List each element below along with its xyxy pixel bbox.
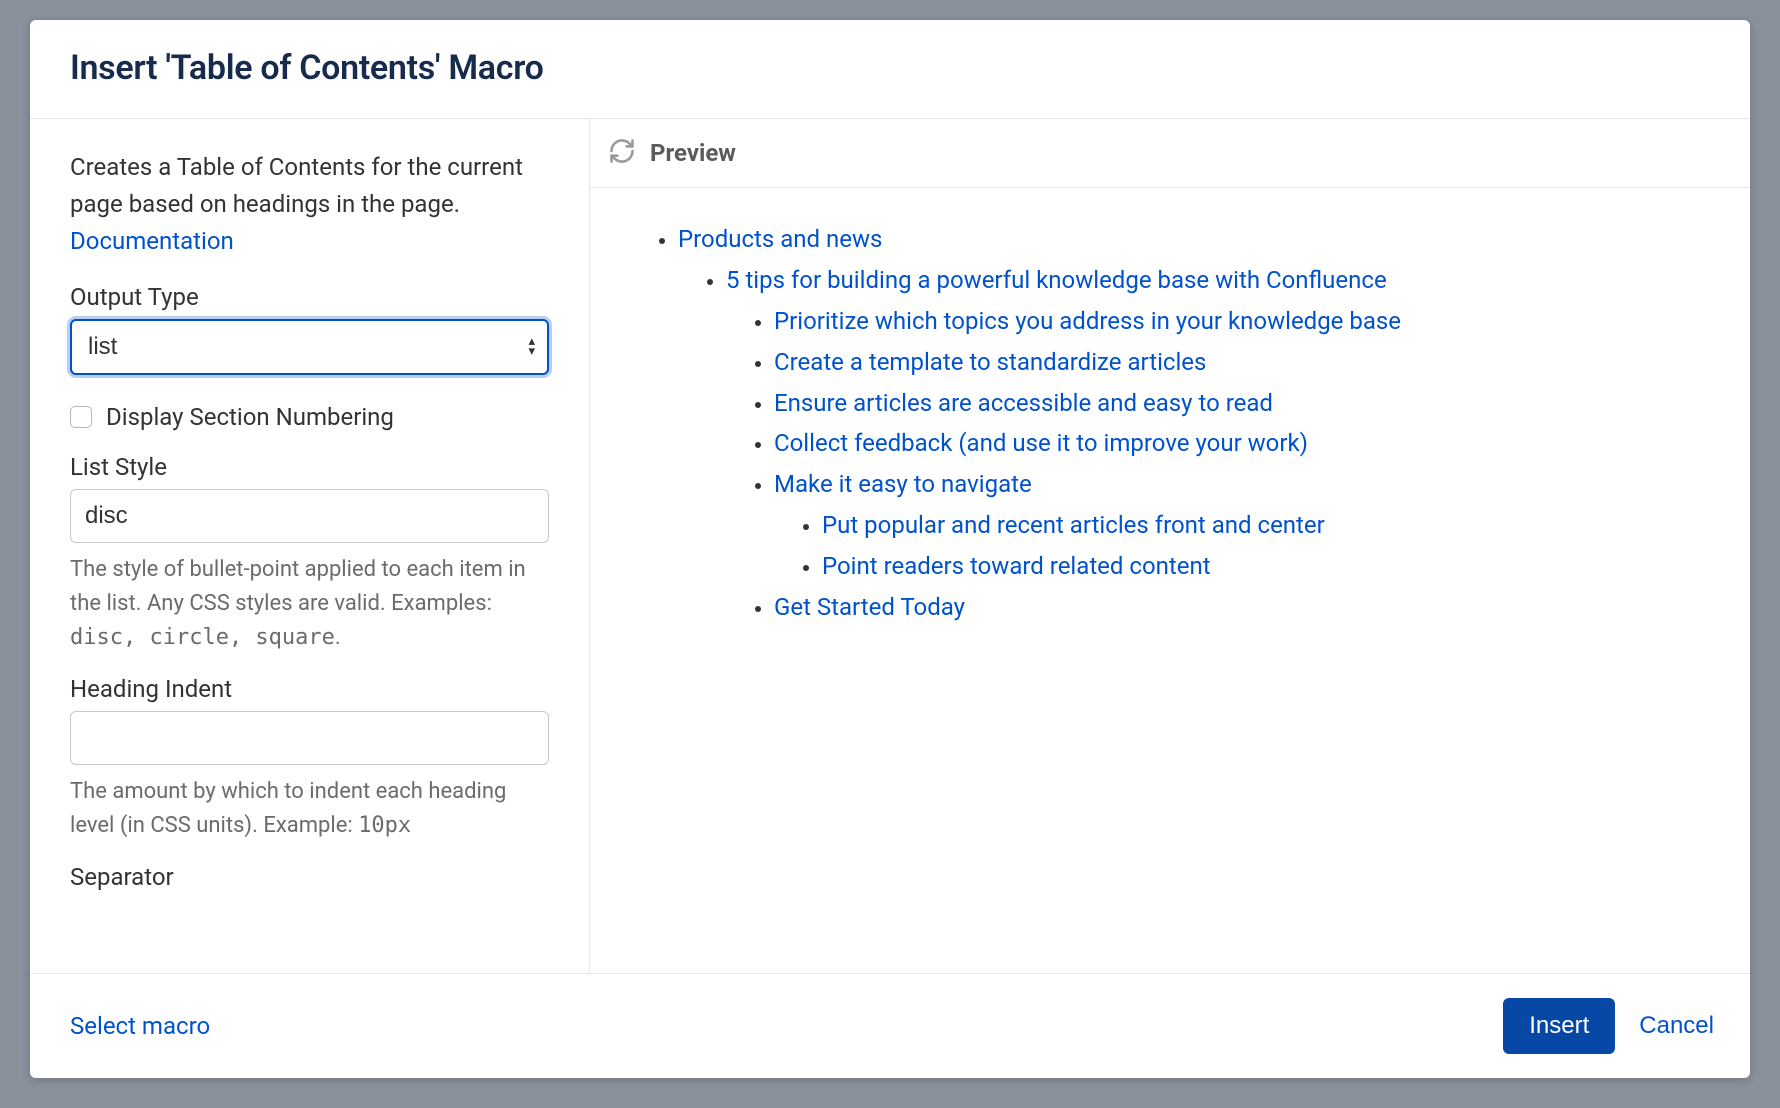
heading-indent-field: Heading Indent The amount by which to in… (70, 675, 549, 843)
list-style-help: The style of bullet-point applied to eac… (70, 553, 549, 655)
toc-link[interactable]: Prioritize which topics you address in y… (774, 307, 1401, 335)
output-type-select-wrap: ▴▾ (70, 319, 549, 375)
toc-link[interactable]: Get Started Today (774, 593, 965, 621)
display-section-numbering-checkbox[interactable] (70, 406, 92, 428)
modal-title: Insert 'Table of Contents' Macro (70, 48, 1710, 88)
toc-item: Put popular and recent articles front an… (822, 506, 1710, 545)
toc-item: Create a template to standardize article… (774, 343, 1710, 382)
help-text-segment: The style of bullet-point applied to eac… (70, 557, 526, 616)
toc-link[interactable]: Put popular and recent articles front an… (822, 511, 1325, 539)
heading-indent-label: Heading Indent (70, 675, 549, 703)
modal-footer: Select macro Insert Cancel (30, 973, 1750, 1078)
toc-item: Get Started Today (774, 588, 1710, 627)
display-section-numbering-label: Display Section Numbering (106, 403, 394, 431)
documentation-link[interactable]: Documentation (70, 227, 234, 255)
toc-link[interactable]: Make it easy to navigate (774, 470, 1032, 498)
preview-title: Preview (650, 139, 736, 167)
footer-actions: Insert Cancel (1503, 998, 1714, 1054)
output-type-label: Output Type (70, 283, 549, 311)
select-macro-link[interactable]: Select macro (54, 1012, 210, 1040)
help-text-segment: . (335, 625, 341, 650)
list-style-label: List Style (70, 453, 549, 481)
description-text: Creates a Table of Contents for the curr… (70, 153, 523, 218)
toc-link[interactable]: 5 tips for building a powerful knowledge… (726, 266, 1387, 294)
separator-label: Separator (70, 863, 549, 891)
heading-indent-input[interactable] (70, 711, 549, 765)
toc-item: Prioritize which topics you address in y… (774, 302, 1710, 341)
toc-item: 5 tips for building a powerful knowledge… (726, 261, 1710, 627)
macro-config-panel: Creates a Table of Contents for the curr… (30, 119, 590, 973)
list-style-field: List Style The style of bullet-point app… (70, 453, 549, 655)
output-type-select[interactable] (70, 319, 549, 375)
list-style-input[interactable] (70, 489, 549, 543)
toc-item: Products and news 5 tips for building a … (678, 220, 1710, 627)
help-text-segment: The amount by which to indent each headi… (70, 779, 506, 838)
cancel-button[interactable]: Cancel (1639, 1012, 1714, 1040)
toc-link[interactable]: Ensure articles are accessible and easy … (774, 389, 1273, 417)
toc-item: Make it easy to navigate Put popular and… (774, 465, 1710, 586)
help-text-code: disc, circle, square (70, 625, 335, 650)
display-section-numbering-field: Display Section Numbering (70, 403, 549, 431)
preview-panel: Preview Products and news 5 tips for bui… (590, 119, 1750, 973)
macro-insert-modal: Insert 'Table of Contents' Macro Creates… (30, 20, 1750, 1078)
insert-button[interactable]: Insert (1503, 998, 1615, 1054)
toc-item: Collect feedback (and use it to improve … (774, 424, 1710, 463)
toc-list: Products and news 5 tips for building a … (630, 220, 1710, 627)
toc-item: Point readers toward related content (822, 547, 1710, 586)
output-type-field: Output Type ▴▾ (70, 283, 549, 375)
help-text-code: 10px (358, 813, 411, 838)
preview-header: Preview (590, 119, 1750, 188)
macro-description: Creates a Table of Contents for the curr… (70, 149, 549, 261)
preview-body: Products and news 5 tips for building a … (590, 188, 1750, 659)
modal-body: Creates a Table of Contents for the curr… (30, 119, 1750, 973)
toc-link[interactable]: Create a template to standardize article… (774, 348, 1206, 376)
separator-field: Separator (70, 863, 549, 891)
toc-item: Ensure articles are accessible and easy … (774, 384, 1710, 423)
modal-header: Insert 'Table of Contents' Macro (30, 20, 1750, 119)
refresh-icon[interactable] (608, 137, 636, 169)
heading-indent-help: The amount by which to indent each headi… (70, 775, 549, 843)
toc-link[interactable]: Collect feedback (and use it to improve … (774, 429, 1308, 457)
toc-link[interactable]: Products and news (678, 225, 882, 253)
toc-link[interactable]: Point readers toward related content (822, 552, 1211, 580)
